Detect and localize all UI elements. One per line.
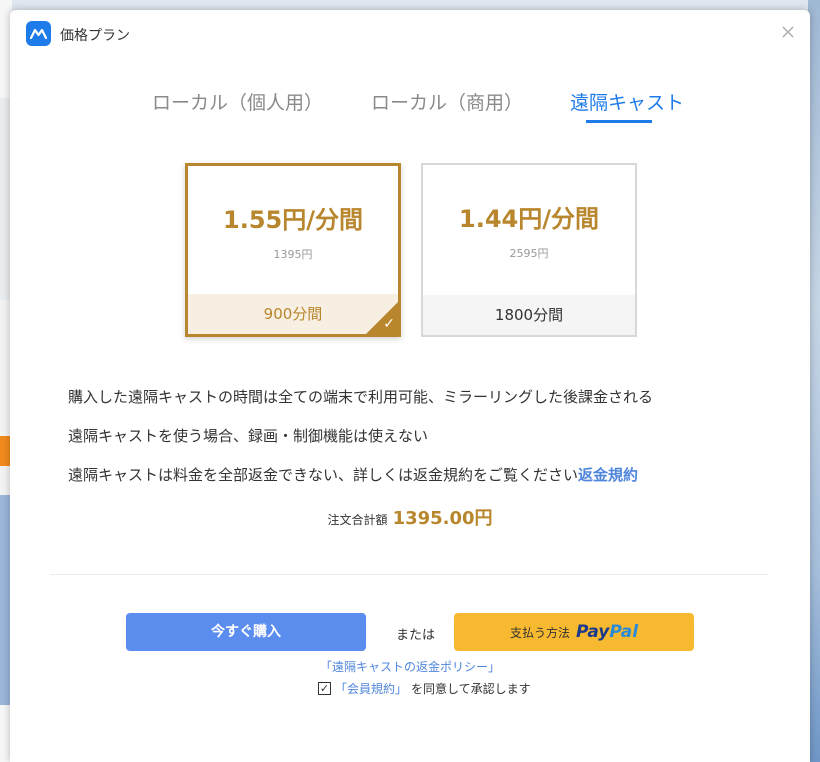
pricing-dialog: 価格プラン ローカル（個人用） ローカル（商用） 遠隔キャスト 1.55円/分間… — [10, 10, 810, 762]
order-total: 注文合計額 1395.00円 — [10, 504, 810, 530]
refund-terms-link[interactable]: 返金規約 — [578, 466, 638, 484]
app-logo-icon — [26, 21, 51, 46]
close-icon[interactable] — [780, 24, 796, 40]
plan-tabs: ローカル（個人用） ローカル（商用） 遠隔キャスト — [10, 88, 810, 128]
info-line-multi-device: 購入した遠隔キャストの時間は全ての端末で利用可能、ミラーリングした後課金される — [68, 388, 654, 406]
paypal-button[interactable]: 支払う方法 PayPal — [454, 613, 694, 651]
plan-total-price: 2595円 — [509, 247, 549, 260]
checkmark-icon: ✓ — [383, 316, 395, 332]
window-title: 価格プラン — [60, 28, 130, 44]
buy-now-button[interactable]: 今すぐ購入 — [126, 613, 366, 651]
order-total-label: 注文合計額 — [327, 513, 388, 527]
agree-checkbox[interactable]: ✓ — [318, 682, 331, 695]
tab-local-personal[interactable]: ローカル（個人用） — [152, 88, 323, 115]
info-refund-text: 遠隔キャストは料金を全部返金できない、詳しくは返金規約をご覧ください — [68, 466, 579, 484]
plan-price: 1.55円/分間 — [223, 206, 363, 234]
plan-card-1800[interactable]: 1.44円/分間 2595円 1800分間 — [421, 163, 637, 337]
plan-card-900[interactable]: 1.55円/分間 1395円 900分間 ✓ — [185, 163, 401, 337]
paypal-button-label: 支払う方法 — [509, 625, 570, 640]
refund-policy-link[interactable]: 「遠隔キャストの返金ポリシー」 — [10, 658, 810, 675]
tab-local-commercial[interactable]: ローカル（商用） — [371, 88, 523, 115]
paypal-logo: PayPal — [575, 622, 639, 642]
info-line-refund: 遠隔キャストは料金を全部返金できない、詳しくは返金規約をご覧ください返金規約 — [68, 464, 638, 485]
or-label: または — [396, 628, 436, 643]
title-bar: 価格プラン — [10, 10, 810, 56]
info-line-no-record: 遠隔キャストを使う場合、録画・制御機能は使えない — [68, 427, 429, 445]
divider — [50, 574, 768, 575]
tab-remote-cast[interactable]: 遠隔キャスト — [570, 88, 684, 115]
agree-text: を同意して承認します — [411, 682, 531, 696]
active-tab-underline — [586, 120, 652, 123]
order-total-amount: 1395.00円 — [392, 508, 493, 529]
plan-duration: 1800分間 — [423, 295, 635, 335]
member-terms-link[interactable]: 「会員規約」 — [335, 680, 407, 697]
terms-agreement: ✓ 「会員規約」 を同意して承認します — [318, 680, 531, 697]
plan-price: 1.44円/分間 — [459, 205, 599, 233]
plan-total-price: 1395円 — [273, 248, 313, 261]
